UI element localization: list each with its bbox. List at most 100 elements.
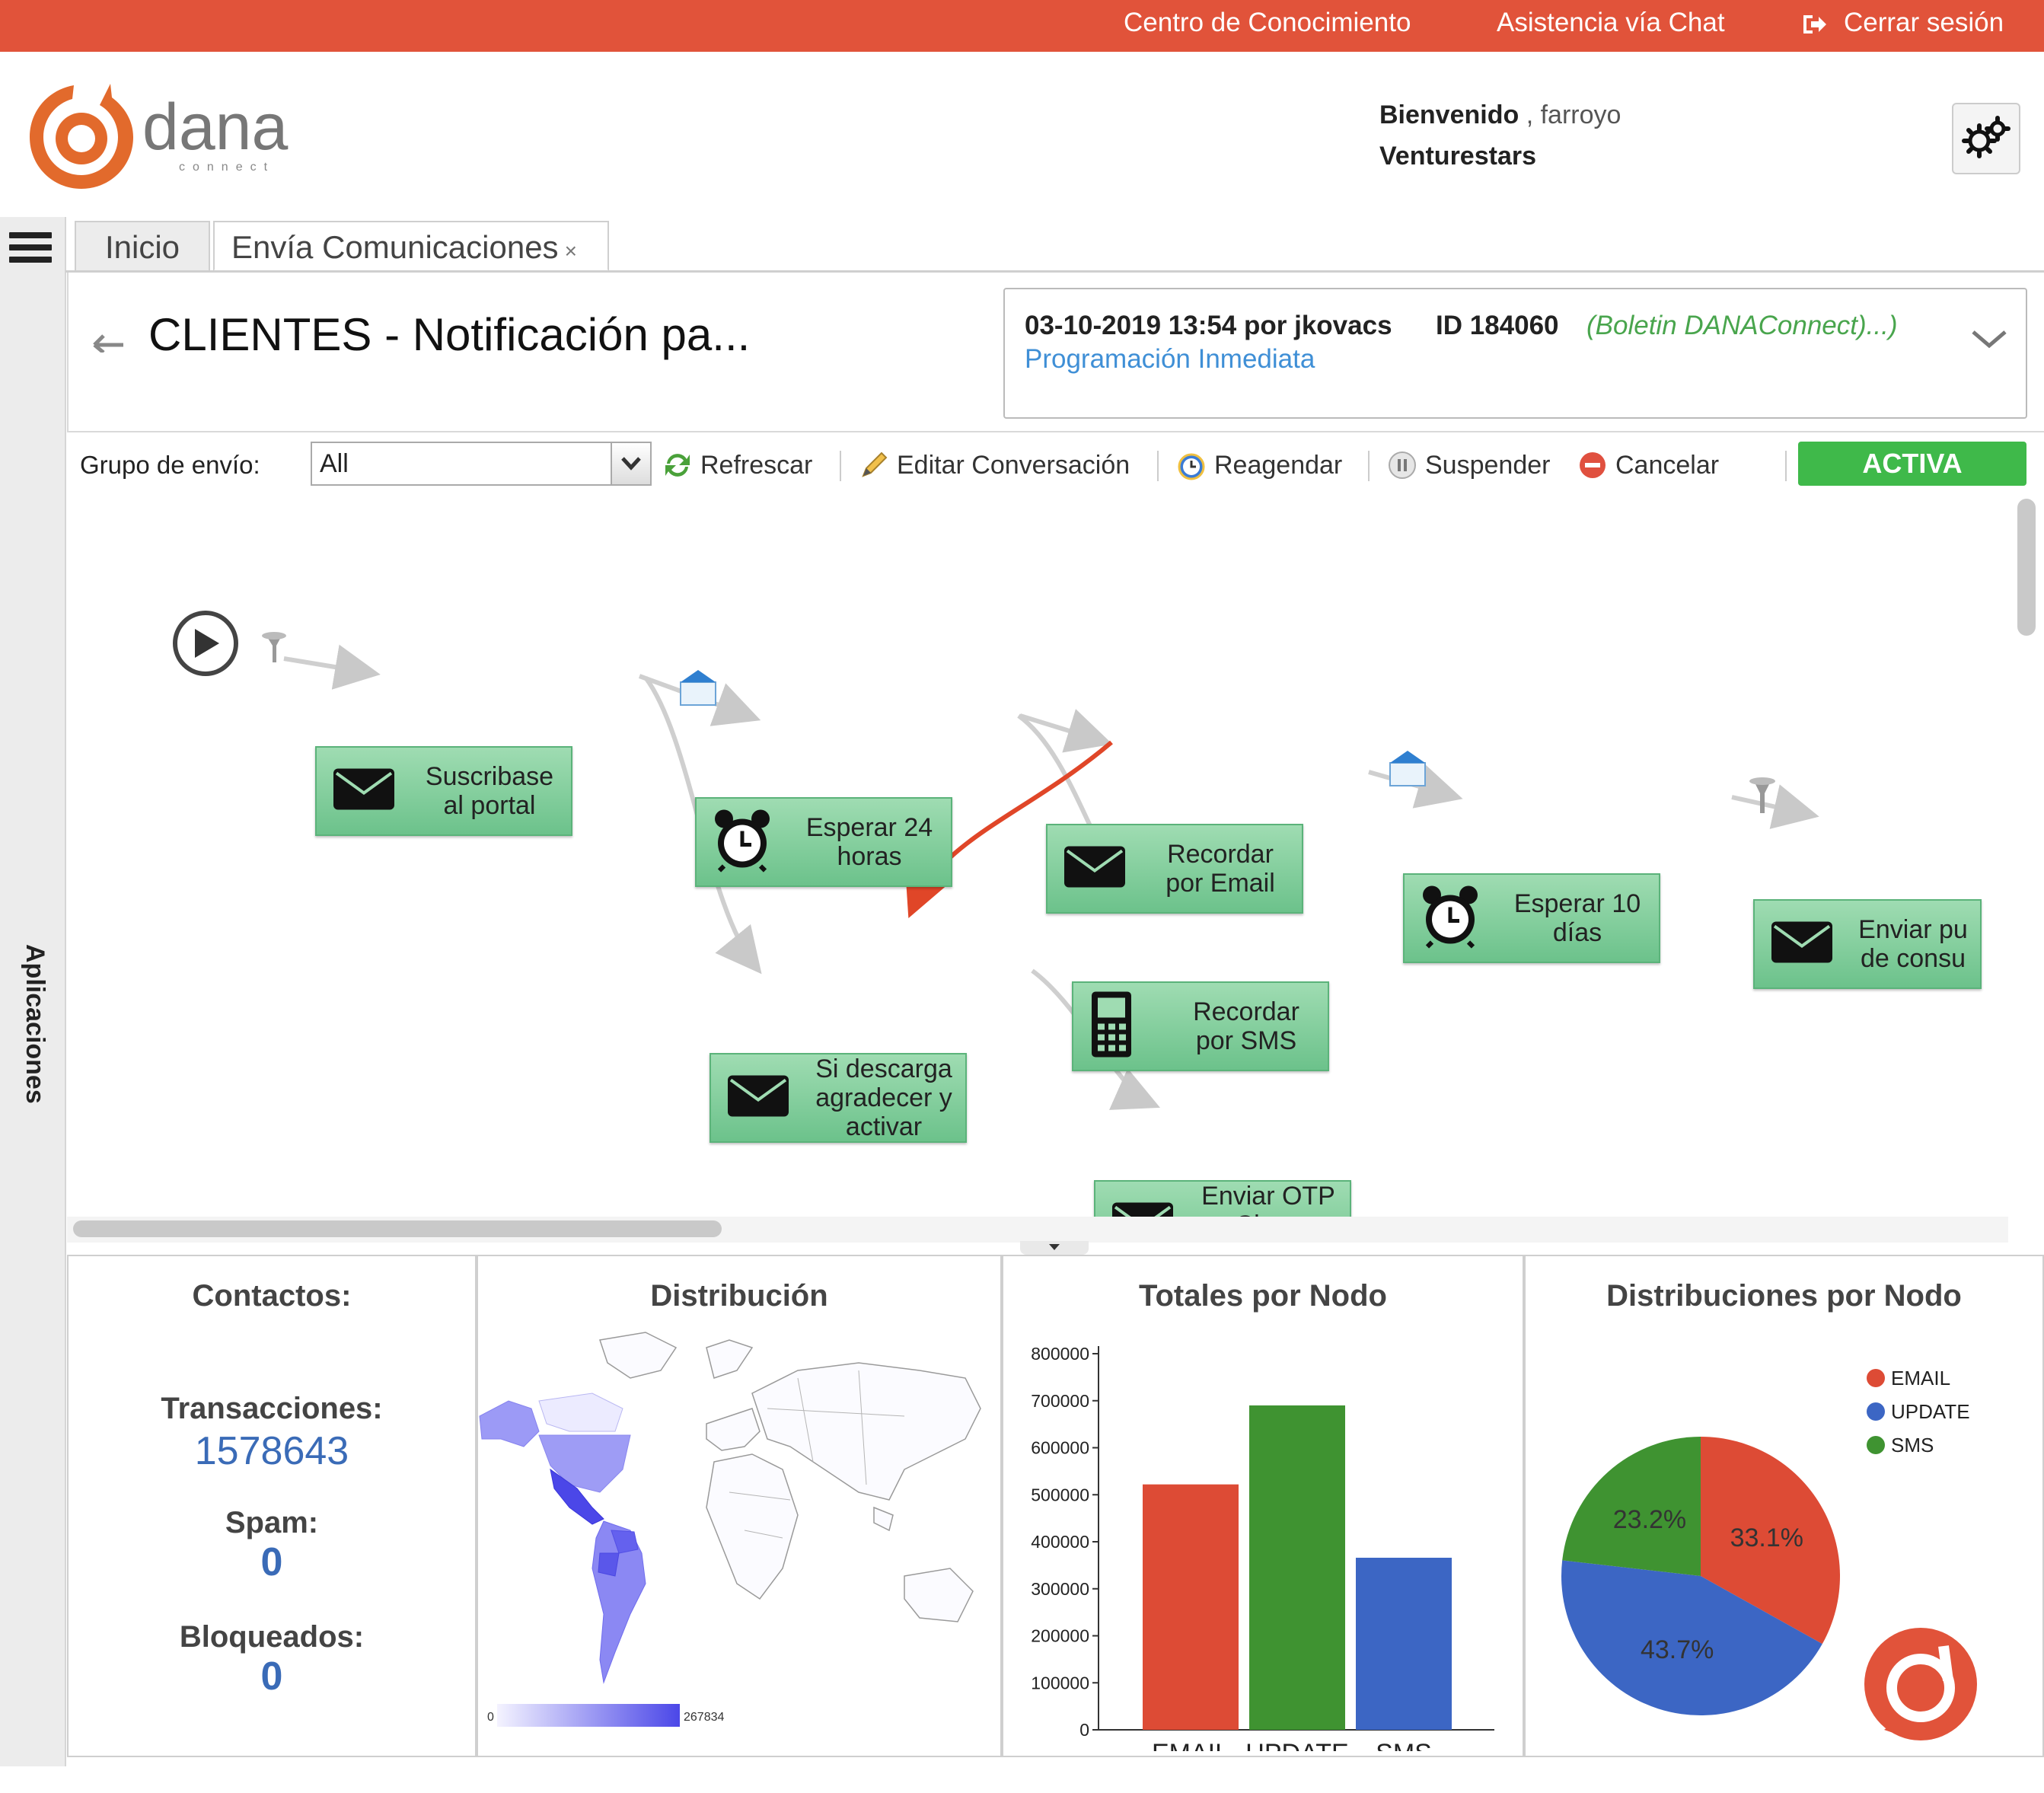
dana-logo[interactable]: dana connect	[27, 76, 331, 198]
gears-icon	[1962, 116, 2011, 158]
flow-node-label: Esperar 24 horas	[805, 813, 933, 871]
alarm-clock-icon	[712, 809, 773, 876]
tab-close-icon[interactable]: ×	[565, 239, 577, 263]
dropdown-arrow-icon[interactable]	[611, 443, 650, 484]
flow-node-email[interactable]: Enviar OTP Clave Temporal	[1094, 1180, 1351, 1218]
start-play-icon[interactable]	[173, 611, 238, 676]
legend-swatch	[1867, 1369, 1885, 1387]
chat-support-link[interactable]: Asistencia vía Chat	[1497, 8, 1725, 38]
welcome-user: , farroyo	[1526, 100, 1621, 129]
send-group-select[interactable]: All	[311, 442, 652, 486]
cancel-label: Cancelar	[1615, 450, 1720, 480]
map-legend-min: 0	[487, 1711, 494, 1724]
flow-node-email[interactable]: Recordar por Email	[1046, 824, 1303, 914]
chat-logo-button[interactable]	[1854, 1623, 1983, 1753]
tab-envia-label: Envía Comunicaciones	[231, 229, 559, 265]
totals-by-node-panel: Totales por Nodo 0 100000 200000 300000 4000…	[1002, 1255, 1524, 1757]
tab-inicio[interactable]: Inicio	[75, 221, 210, 271]
refresh-icon	[662, 450, 693, 480]
alarm-clock-icon	[1420, 885, 1481, 952]
reschedule-button[interactable]: Reagendar	[1176, 446, 1342, 484]
flow-node-email[interactable]: Si descarga agradecer y activar	[710, 1053, 967, 1143]
legend-swatch	[1867, 1402, 1885, 1421]
pie-slice-label: 23.2%	[1613, 1505, 1686, 1534]
flow-node-wait[interactable]: Esperar 24 horas	[695, 797, 952, 887]
y-tick-label: 0	[1079, 1720, 1089, 1740]
world-map[interactable]: 0 267834	[478, 1325, 1000, 1751]
bar-chart[interactable]: 0 100000 200000 300000 400000 500000 600000 700…	[1003, 1325, 1521, 1751]
cancel-icon	[1577, 450, 1608, 480]
bar-sms	[1356, 1557, 1452, 1730]
x-tick-label: UPDATE	[1245, 1739, 1348, 1751]
envelope-icon	[1770, 920, 1834, 968]
logout-icon[interactable]	[1800, 12, 1828, 40]
suspend-button[interactable]: Suspender	[1387, 446, 1550, 484]
x-tick-label: EMAIL	[1152, 1739, 1229, 1751]
distribution-panel: Distribución 0 267834	[477, 1255, 1002, 1757]
distribution-title: Distribución	[650, 1279, 828, 1313]
horizontal-scrollbar[interactable]	[73, 1220, 722, 1237]
campaign-schedule: Programación Inmediata	[1025, 344, 1315, 374]
tab-inicio-label: Inicio	[104, 229, 180, 265]
toolbar-divider	[1368, 451, 1370, 481]
reschedule-label: Reagendar	[1214, 450, 1343, 480]
x-tick-label: SMS	[1376, 1739, 1432, 1751]
transactions-value: 1578643	[194, 1429, 349, 1473]
toolbar-divider	[1785, 451, 1787, 481]
cancel-button[interactable]: Cancelar	[1577, 446, 1719, 484]
spam-label: Spam:	[225, 1506, 319, 1539]
vertical-scrollbar[interactable]	[2017, 499, 2036, 636]
edit-conversation-label: Editar Conversación	[897, 450, 1130, 480]
flow-node-label: Recordar por SMS	[1193, 997, 1299, 1055]
edit-conversation-button[interactable]: Editar Conversación	[859, 446, 1130, 484]
toolbar-divider	[840, 451, 841, 481]
applications-label[interactable]: Aplicaciones	[19, 944, 49, 1104]
contacts-panel: Contactos: Transacciones: 1578643 Spam: …	[67, 1255, 477, 1757]
contacts-title: Contactos:	[192, 1279, 352, 1313]
pause-icon	[1387, 450, 1417, 480]
chevron-down-icon[interactable]	[1970, 327, 2008, 354]
spam-value: 0	[260, 1540, 283, 1584]
page-title: CLIENTES - Notificación pa...	[148, 309, 751, 360]
dana-chat-icon	[1856, 1626, 1981, 1750]
campaign-info-box[interactable]: 03-10-2019 13:54 por jkovacs ID 184060 (…	[1003, 288, 2027, 419]
filter-icon[interactable]	[262, 632, 286, 662]
flow-node-email[interactable]: Enviar pu de consu	[1753, 899, 1982, 989]
legend-entry: EMAIL	[1891, 1367, 1950, 1389]
blocked-value: 0	[260, 1654, 283, 1699]
flow-node-sms[interactable]: Recordar por SMS	[1072, 981, 1329, 1071]
flow-node-label: Recordar por Email	[1165, 840, 1275, 898]
refresh-button[interactable]: Refrescar	[662, 446, 812, 484]
blocked-label: Bloqueados:	[179, 1620, 365, 1654]
pie-slice-label: 43.7%	[1641, 1635, 1714, 1664]
mobile-phone-icon	[1089, 991, 1134, 1063]
flow-canvas[interactable]: Suscribase al portal Esperar 24 horas Reco…	[67, 495, 2008, 1218]
y-tick-label: 600000	[1031, 1438, 1089, 1458]
suspend-label: Suspender	[1425, 450, 1551, 480]
send-group-value: All	[320, 449, 349, 478]
top-bar: Centro de Conocimiento Asistencia vía Ch…	[0, 0, 2044, 52]
bar-update	[1249, 1405, 1345, 1730]
email-sent-icon[interactable]	[1389, 751, 1426, 786]
hamburger-menu-icon[interactable]	[9, 232, 52, 267]
settings-button[interactable]	[1952, 103, 2020, 174]
knowledge-center-link[interactable]: Centro de Conocimiento	[1124, 8, 1411, 38]
clock-icon	[1176, 450, 1207, 480]
refresh-label: Refrescar	[700, 450, 813, 480]
flow-node-wait[interactable]: Esperar 10 días	[1403, 873, 1660, 963]
pencil-icon	[859, 450, 889, 480]
transactions-label: Transacciones:	[161, 1392, 383, 1425]
y-tick-label: 500000	[1031, 1485, 1089, 1504]
campaign-id: ID 184060	[1436, 311, 1559, 340]
company-name: Venturestars	[1379, 142, 1536, 171]
logo-subtext: connect	[179, 161, 275, 174]
back-arrow-icon[interactable]	[85, 320, 125, 361]
y-tick-label: 800000	[1031, 1344, 1089, 1364]
logout-link[interactable]: Cerrar sesión	[1844, 8, 2004, 38]
email-sent-icon[interactable]	[680, 670, 716, 706]
tab-envia-comunicaciones[interactable]: Envía Comunicaciones ×	[213, 221, 609, 271]
y-tick-label: 700000	[1031, 1391, 1089, 1411]
send-group-label: Grupo de envío:	[80, 451, 260, 479]
flow-node-email[interactable]: Suscribase al portal	[315, 746, 572, 836]
panel-resize-handle[interactable]	[1020, 1241, 1089, 1255]
